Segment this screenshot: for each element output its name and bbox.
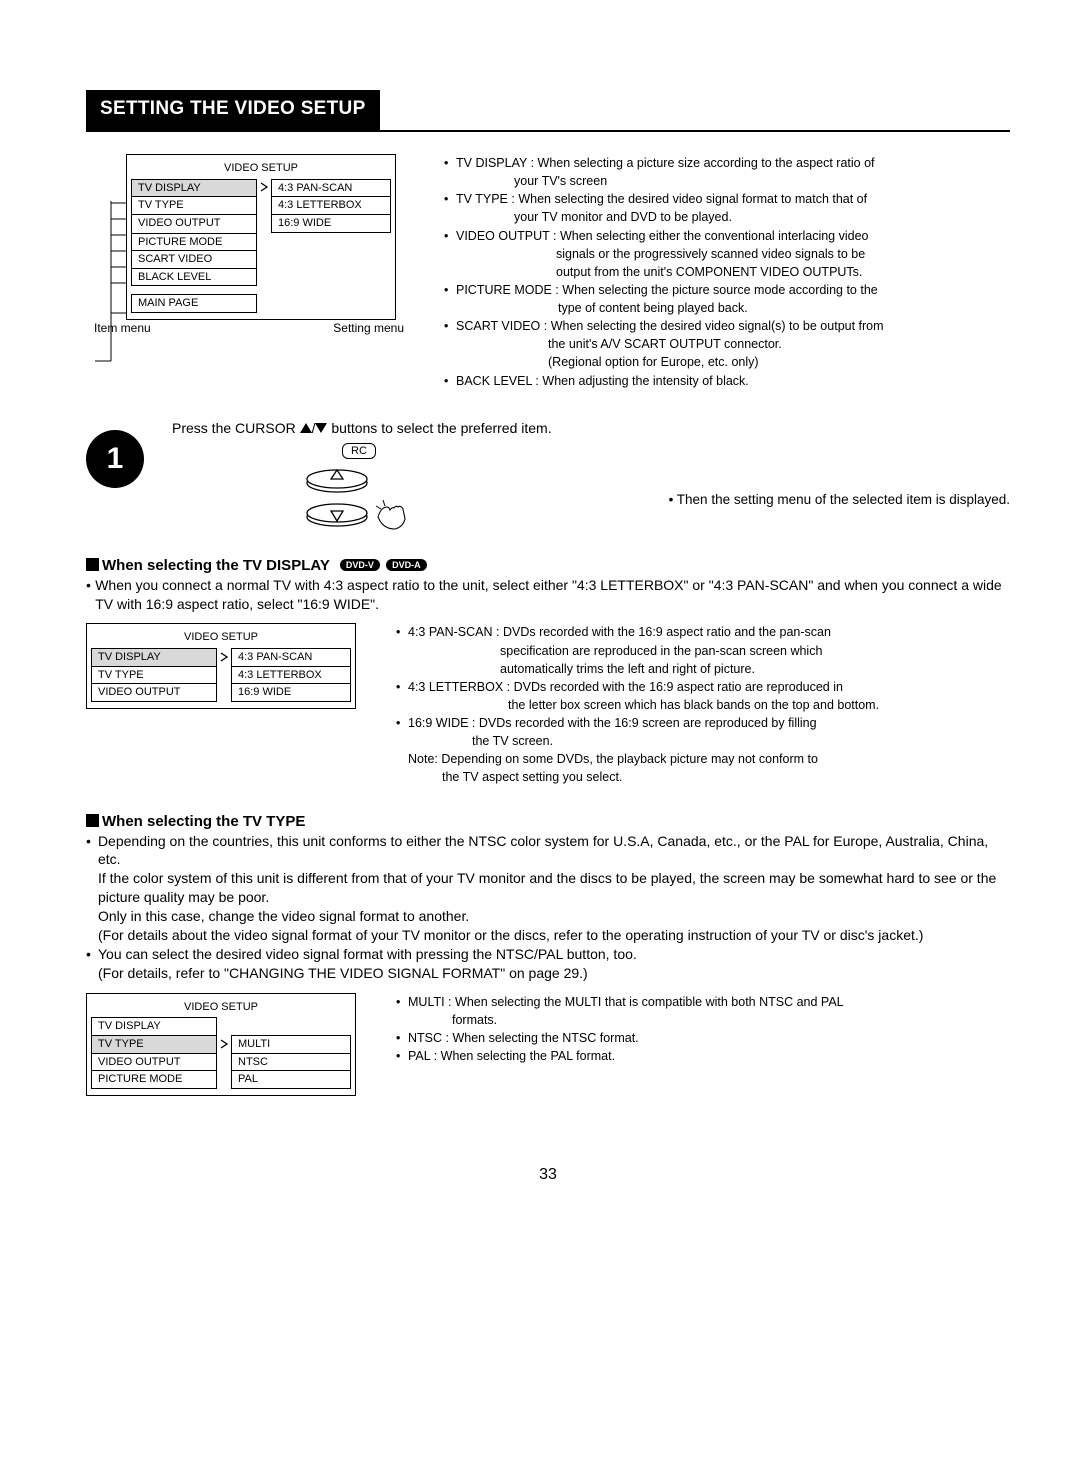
menu-option: MULTI [231,1035,351,1053]
chevron-right-icon [259,182,269,192]
menu-header: VIDEO SETUP [131,159,391,179]
section-tv-type-body: •Depending on the countries, this unit c… [86,832,1010,983]
top-descriptions: •TV DISPLAY : When selecting a picture s… [444,154,1010,390]
page-title: SETTING THE VIDEO SETUP [86,90,380,130]
menu-option: PAL [231,1070,351,1089]
menu-item: TV TYPE [91,1035,217,1053]
menu-item: PICTURE MODE [131,233,257,251]
menu-video-setup-3: VIDEO SETUP TV DISPLAY TV TYPE MULTI VID… [86,993,356,1096]
remote-up-button-icon [304,463,370,493]
menu-item: TV TYPE [91,666,217,684]
menu-item: SCART VIDEO [131,250,257,268]
remote-down-button-icon [304,497,370,527]
section-tv-type-heading: When selecting the TV TYPE [86,813,1010,830]
page-number: 33 [86,1166,1010,1184]
chevron-right-icon [219,1039,229,1049]
dvd-v-badge: DVD-V [340,559,380,571]
section-tv-display-heading: When selecting the TV DISPLAY DVD-V DVD-… [86,557,1010,574]
cursor-up-icon [300,423,312,433]
menu-video-setup-1: VIDEO SETUP TV DISPLAY 4:3 PAN-SCAN TV T… [126,154,396,320]
menu-item: TV TYPE [131,196,257,214]
step-result: • Then the setting menu of the selected … [669,436,1010,531]
menu-option: 4:3 LETTERBOX [271,196,391,214]
step-number-badge: 1 [86,430,144,488]
menu-option: NTSC [231,1053,351,1071]
chevron-right-icon [219,652,229,662]
menu-option: 4:3 LETTERBOX [231,666,351,684]
setting-menu-label: Setting menu [333,322,404,336]
menu-item: TV DISPLAY [91,1017,217,1035]
menu-item: VIDEO OUTPUT [131,214,257,233]
menu-item: VIDEO OUTPUT [91,1053,217,1071]
step-instruction: Press the CURSOR / buttons to select the… [172,420,1010,436]
menu-header: VIDEO SETUP [91,628,351,648]
menu-item: TV DISPLAY [91,648,217,666]
cursor-down-icon [315,423,327,433]
menu-header: VIDEO SETUP [91,998,351,1018]
menu-option: 4:3 PAN-SCAN [231,648,351,666]
hand-pointer-icon [374,497,414,531]
menu-item: BLACK LEVEL [131,268,257,287]
menu-item: TV DISPLAY [131,179,257,197]
menu-item: PICTURE MODE [91,1070,217,1089]
section-tv-display-body: •When you connect a normal TV with 4:3 a… [86,576,1010,614]
square-bullet-icon [86,814,99,827]
menu-video-setup-2: VIDEO SETUP TV DISPLAY 4:3 PAN-SCAN TV T… [86,623,356,709]
tv-display-options-desc: •4:3 PAN-SCAN : DVDs recorded with the 1… [396,623,1010,786]
remote-control-illustration: RC [304,442,414,531]
menu-option: 16:9 WIDE [271,214,391,233]
menu-option: 4:3 PAN-SCAN [271,179,391,197]
menu-main-page: MAIN PAGE [131,294,257,313]
rc-label: RC [342,443,376,459]
menu-item: VIDEO OUTPUT [91,683,217,702]
tree-connector-icon [95,201,127,371]
tv-type-options-desc: •MULTI : When selecting the MULTI that i… [396,993,1010,1066]
dvd-a-badge: DVD-A [386,559,427,571]
square-bullet-icon [86,558,99,571]
menu-option: 16:9 WIDE [231,683,351,702]
